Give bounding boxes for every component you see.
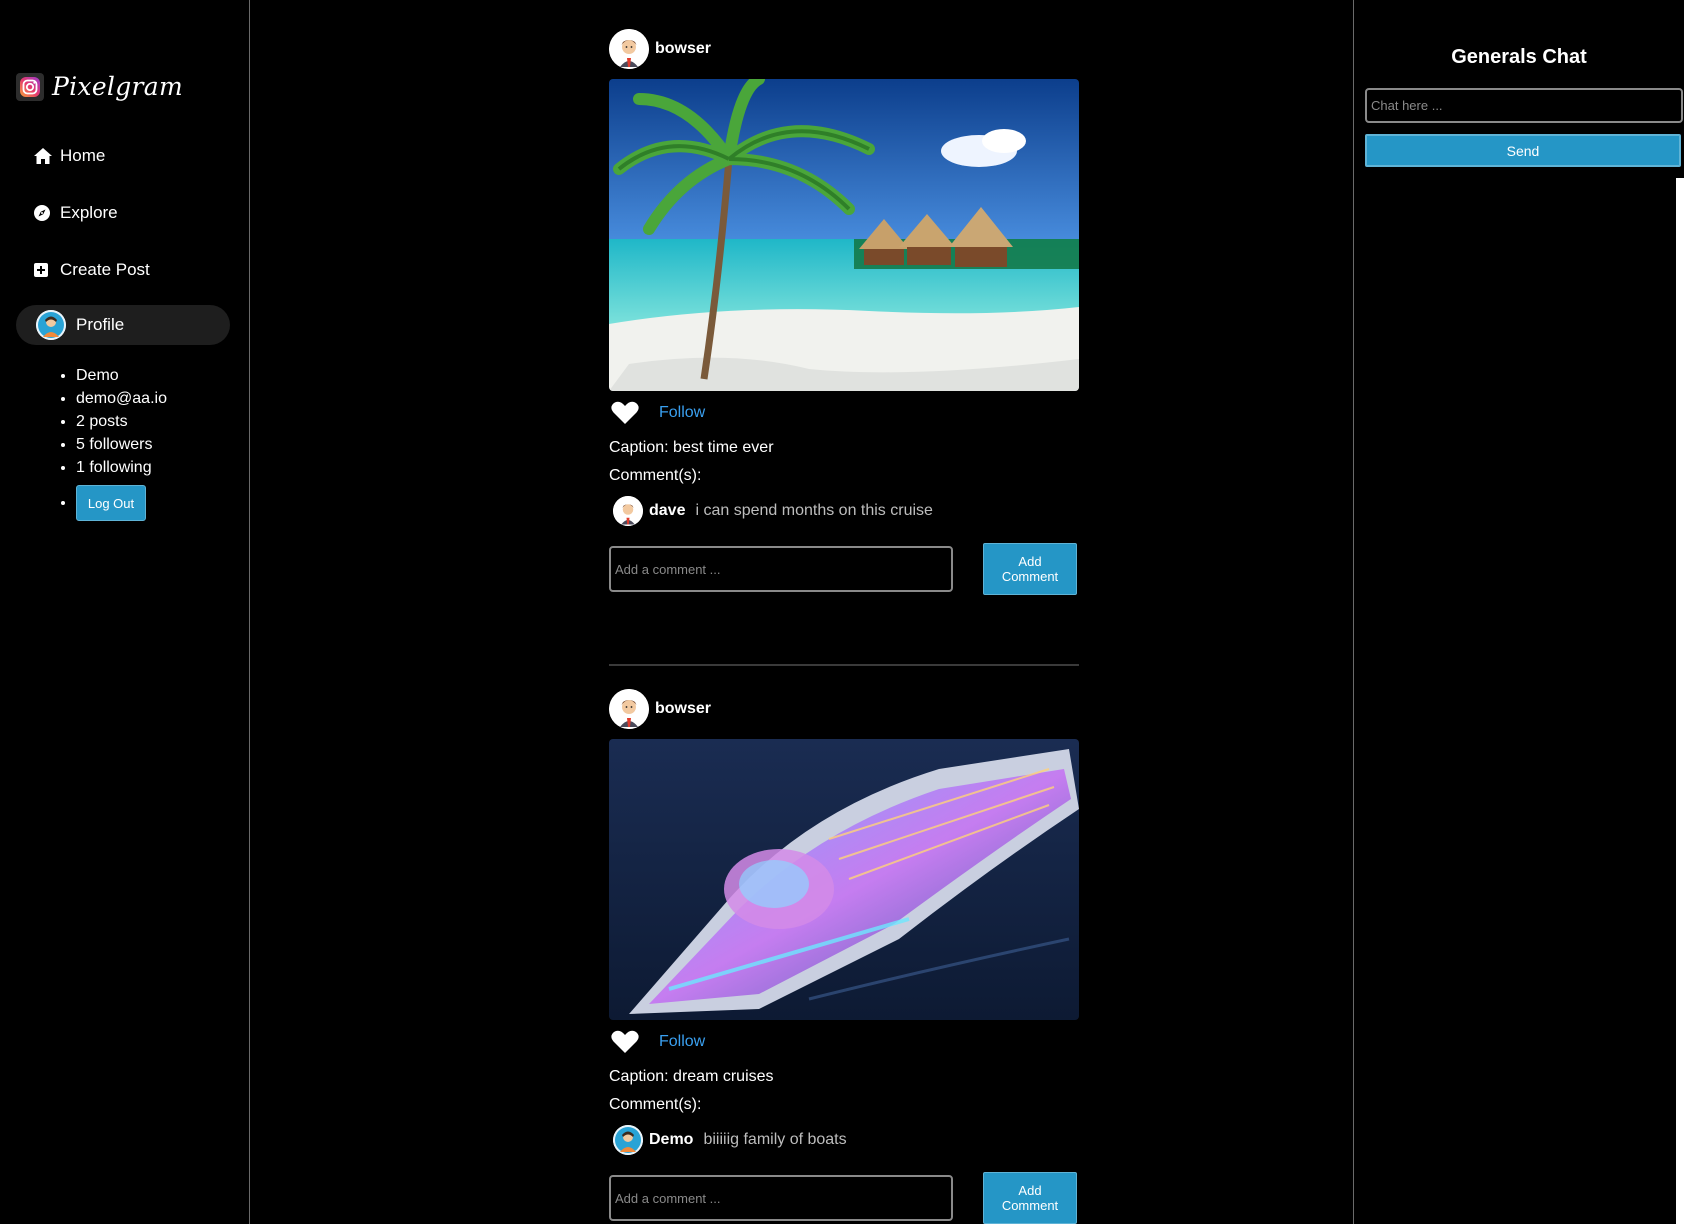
nav-create-post-label: Create Post: [60, 260, 150, 279]
send-button[interactable]: Send: [1365, 134, 1681, 167]
post-username[interactable]: bowser: [655, 700, 711, 718]
comment-text: biiiiig family of boats: [703, 1131, 847, 1148]
profile-following-count: 1 following: [76, 456, 167, 479]
follow-link[interactable]: Follow: [659, 1033, 705, 1051]
nav-home-label: Home: [60, 146, 106, 165]
comment-form: Add Comment: [609, 1172, 1079, 1224]
home-icon: [34, 146, 56, 166]
compass-icon: [34, 203, 56, 223]
post-caption: Caption: best time ever: [609, 439, 774, 456]
sidebar: Pixelgram Home Explore Create Post Profi: [0, 0, 250, 1224]
avatar[interactable]: [613, 1125, 643, 1155]
follow-link[interactable]: Follow: [659, 404, 705, 422]
nav-explore-label: Explore: [60, 203, 118, 222]
comment-input[interactable]: [609, 1175, 953, 1221]
plus-square-icon: [34, 260, 56, 280]
comments-label: Comment(s):: [609, 1096, 702, 1113]
avatar[interactable]: [609, 29, 649, 69]
post-card: bowser: [609, 29, 1079, 595]
logout-item: Log Out: [76, 485, 167, 521]
post-image: [609, 739, 1079, 1020]
feed: bowser Follow Caption: best time ever Co…: [609, 0, 1079, 1224]
chat-input[interactable]: [1365, 88, 1683, 123]
heart-icon[interactable]: [611, 1030, 639, 1054]
nav-profile[interactable]: Profile: [16, 305, 230, 345]
chat-title: Generals Chat: [1451, 46, 1587, 68]
instagram-icon: [16, 72, 44, 101]
post-header: bowser: [609, 689, 1079, 729]
profile-followers-count: 5 followers: [76, 433, 167, 456]
comment-text: i can spend months on this cruise: [695, 502, 933, 519]
logout-button[interactable]: Log Out: [76, 485, 146, 521]
post-actions: Follow: [609, 401, 1079, 425]
profile-info-list: Demo demo@aa.io 2 posts 5 followers 1 fo…: [58, 364, 167, 521]
profile-name: Demo: [76, 364, 167, 387]
post-image: [609, 79, 1079, 391]
heart-icon[interactable]: [611, 401, 639, 425]
post-caption: Caption: dream cruises: [609, 1068, 774, 1085]
add-comment-button[interactable]: Add Comment: [983, 1172, 1077, 1224]
nav-explore[interactable]: Explore: [16, 193, 230, 233]
app-name: Pixelgram: [52, 72, 183, 101]
comment-form: Add Comment: [609, 543, 1079, 595]
post-header: bowser: [609, 29, 1079, 69]
comment-username[interactable]: Demo: [649, 1131, 693, 1149]
comment-input[interactable]: [609, 546, 953, 592]
post-card: bowser: [609, 689, 1079, 1224]
profile-email: demo@aa.io: [76, 387, 167, 410]
nav-home[interactable]: Home: [16, 136, 230, 176]
nav-create-post[interactable]: Create Post: [16, 250, 230, 290]
post-actions: Follow: [609, 1030, 1079, 1054]
chat-panel: Generals Chat Send: [1353, 0, 1684, 1224]
avatar: [36, 310, 66, 340]
comments-label: Comment(s):: [609, 467, 702, 484]
comment-username[interactable]: dave: [649, 502, 685, 520]
post-username[interactable]: bowser: [655, 40, 711, 58]
app-root: Pixelgram Home Explore Create Post Profi: [0, 0, 1684, 1224]
nav-profile-label: Profile: [76, 315, 125, 334]
post-divider: [609, 664, 1079, 666]
app-logo[interactable]: Pixelgram: [16, 72, 183, 101]
add-comment-button[interactable]: Add Comment: [983, 543, 1077, 595]
chat-scrollbar[interactable]: [1676, 178, 1684, 1224]
profile-posts-count: 2 posts: [76, 410, 167, 433]
avatar[interactable]: [613, 496, 643, 526]
comment-item: dave i can spend months on this cruise: [609, 495, 1079, 527]
comment-item: Demo biiiiig family of boats: [609, 1124, 1079, 1156]
avatar[interactable]: [609, 689, 649, 729]
